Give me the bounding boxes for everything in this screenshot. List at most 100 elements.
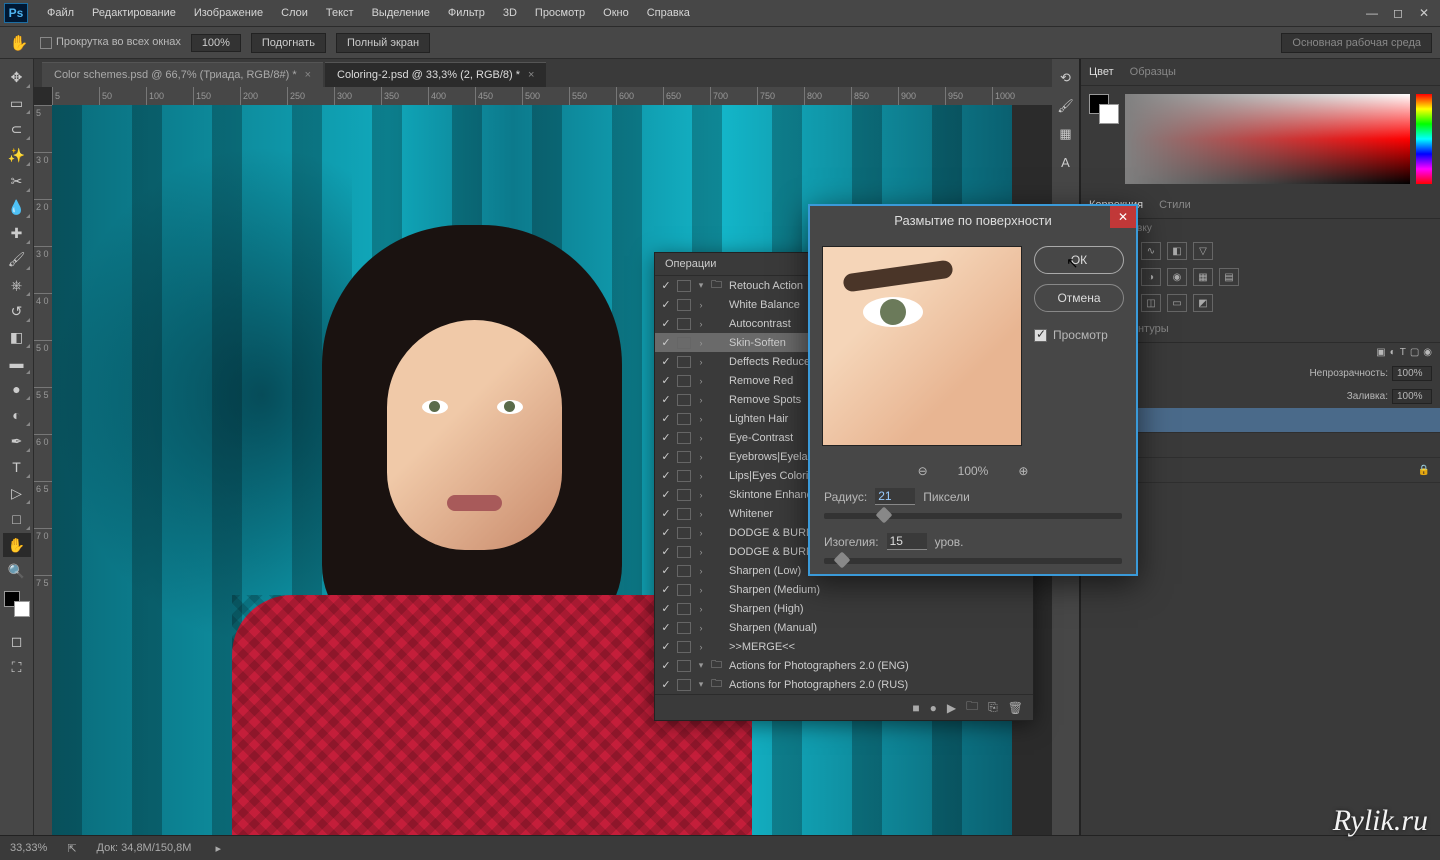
brushes-panel-icon[interactable]: 🖌 <box>1055 95 1077 117</box>
zoom-tool[interactable]: 🔍 <box>3 559 31 583</box>
action-row[interactable]: ✓›Sharpen (Manual) <box>655 618 1033 637</box>
fgbg-swatch[interactable] <box>1089 94 1119 124</box>
lut-icon[interactable]: ▤ <box>1219 268 1239 286</box>
photo-filter-icon[interactable]: ◉ <box>1167 268 1187 286</box>
color-swatches[interactable] <box>4 591 30 617</box>
color-field[interactable] <box>1125 94 1410 184</box>
type-tool[interactable]: T <box>3 455 31 479</box>
screenmode-toggle[interactable]: ⛶ <box>3 655 31 679</box>
hand-tool[interactable]: ✋ <box>3 533 31 557</box>
new-set-icon[interactable]: 🗀 <box>966 697 978 718</box>
blur-tool[interactable]: ● <box>3 377 31 401</box>
quickmask-toggle[interactable]: ◻ <box>3 629 31 653</box>
ok-button[interactable]: ОК <box>1034 246 1124 274</box>
threshold-label: Изогелия: <box>824 535 879 549</box>
preview-checkbox[interactable]: Просмотр <box>1034 328 1124 342</box>
dodge-tool[interactable]: ◐ <box>3 403 31 427</box>
character-panel-icon[interactable]: A <box>1055 151 1077 173</box>
workspace-dropdown[interactable]: Основная рабочая среда <box>1281 33 1432 53</box>
cancel-button[interactable]: Отмена <box>1034 284 1124 312</box>
document-tab[interactable]: Coloring-2.psd @ 33,3% (2, RGB/8) *× <box>325 62 546 87</box>
zoom-in-icon[interactable]: ⊕ <box>1018 464 1028 478</box>
selective-color-icon[interactable]: ◩ <box>1193 294 1213 312</box>
close-icon[interactable]: × <box>528 69 534 81</box>
action-row[interactable]: ✓▾🗀Actions for Photographers 2.0 (RUS) <box>655 675 1033 694</box>
status-arrow-icon[interactable]: ⇱ <box>67 842 76 855</box>
window-minimize[interactable]: — <box>1360 4 1384 22</box>
menu-edit[interactable]: Редактирование <box>83 0 185 27</box>
pen-tool[interactable]: ✒ <box>3 429 31 453</box>
dialog-preview[interactable] <box>822 246 1022 446</box>
radius-input[interactable]: 21 <box>875 488 915 505</box>
threshold-input[interactable]: 15 <box>887 533 927 550</box>
layer-filter-pixel-icon[interactable]: ▣ <box>1376 347 1385 358</box>
zoom-field[interactable]: 100% <box>191 34 241 52</box>
dialog-close-button[interactable]: ✕ <box>1110 206 1136 228</box>
layer-filter-type-icon[interactable]: T <box>1400 347 1406 358</box>
threshold-icon[interactable]: ◫ <box>1141 294 1161 312</box>
menu-help[interactable]: Справка <box>638 0 699 27</box>
history-brush-tool[interactable]: ↺ <box>3 299 31 323</box>
status-chevron-icon[interactable]: ▸ <box>215 842 221 855</box>
trash-icon[interactable]: 🗑 <box>1008 701 1023 715</box>
gradient-tool[interactable]: ▬ <box>3 351 31 375</box>
document-tab[interactable]: Color schemes.psd @ 66,7% (Триада, RGB/8… <box>42 62 323 87</box>
window-maximize[interactable]: ◻ <box>1386 4 1410 22</box>
crop-tool[interactable]: ✂ <box>3 169 31 193</box>
brush-tool[interactable]: 🖌 <box>3 247 31 271</box>
threshold-slider[interactable] <box>824 558 1122 564</box>
status-zoom[interactable]: 33,33% <box>10 842 47 854</box>
layer-filter-smart-icon[interactable]: ◉ <box>1423 347 1432 358</box>
marquee-tool[interactable]: ▭ <box>3 91 31 115</box>
menu-filter[interactable]: Фильтр <box>439 0 494 27</box>
move-tool[interactable]: ✥ <box>3 65 31 89</box>
lasso-tool[interactable]: ⊂ <box>3 117 31 141</box>
zoom-out-icon[interactable]: ⊖ <box>918 464 928 478</box>
vibrance-icon[interactable]: ▽ <box>1193 242 1213 260</box>
history-panel-icon[interactable]: ⟲ <box>1055 67 1077 89</box>
menu-image[interactable]: Изображение <box>185 0 272 27</box>
layer-filter-adj-icon[interactable]: ◐ <box>1390 347 1396 358</box>
gradient-map-icon[interactable]: ▭ <box>1167 294 1187 312</box>
magic-wand-tool[interactable]: ✨ <box>3 143 31 167</box>
shape-tool[interactable]: □ <box>3 507 31 531</box>
healing-brush-tool[interactable]: ✚ <box>3 221 31 245</box>
menu-file[interactable]: Файл <box>38 0 83 27</box>
action-row[interactable]: ✓›>>MERGE<< <box>655 637 1033 656</box>
eyedropper-tool[interactable]: 💧 <box>3 195 31 219</box>
fit-screen-button[interactable]: Подогнать <box>251 33 326 53</box>
hue-slider[interactable] <box>1416 94 1432 184</box>
stop-icon[interactable]: ■ <box>912 701 919 715</box>
menu-text[interactable]: Текст <box>317 0 363 27</box>
panel-tab-swatches[interactable]: Образцы <box>1128 63 1178 81</box>
layer-filter-shape-icon[interactable]: ▢ <box>1410 347 1419 358</box>
exposure-icon[interactable]: ◧ <box>1167 242 1187 260</box>
panel-tab-color[interactable]: Цвет <box>1087 63 1116 81</box>
scroll-all-windows-checkbox[interactable]: Прокрутка во всех окнах <box>40 36 181 48</box>
record-icon[interactable]: ● <box>930 701 937 715</box>
eraser-tool[interactable]: ◧ <box>3 325 31 349</box>
play-icon[interactable]: ▶ <box>947 701 956 715</box>
path-select-tool[interactable]: ▷ <box>3 481 31 505</box>
menu-select[interactable]: Выделение <box>363 0 439 27</box>
full-screen-button[interactable]: Полный экран <box>336 33 430 53</box>
panel-tab-styles[interactable]: Стили <box>1157 196 1193 214</box>
action-row[interactable]: ✓▾🗀Actions for Photographers 2.0 (ENG) <box>655 656 1033 675</box>
action-row[interactable]: ✓›Sharpen (Medium) <box>655 580 1033 599</box>
close-icon[interactable]: × <box>305 69 311 81</box>
menu-3d[interactable]: 3D <box>494 0 526 27</box>
channel-mixer-icon[interactable]: ▦ <box>1193 268 1213 286</box>
window-close[interactable]: ✕ <box>1412 4 1436 22</box>
radius-slider[interactable] <box>824 513 1122 519</box>
menu-layer[interactable]: Слои <box>272 0 317 27</box>
bw-icon[interactable]: ◑ <box>1141 268 1161 286</box>
opacity-value[interactable]: 100% <box>1392 366 1432 381</box>
clone-stamp-tool[interactable]: ⎈ <box>3 273 31 297</box>
action-row[interactable]: ✓›Sharpen (High) <box>655 599 1033 618</box>
curves-icon[interactable]: ∿ <box>1141 242 1161 260</box>
menu-view[interactable]: Просмотр <box>526 0 594 27</box>
new-action-icon[interactable]: ⎘ <box>988 700 998 715</box>
fill-value[interactable]: 100% <box>1392 389 1432 404</box>
menu-window[interactable]: Окно <box>594 0 638 27</box>
swatches-panel-icon[interactable]: ▦ <box>1055 123 1077 145</box>
